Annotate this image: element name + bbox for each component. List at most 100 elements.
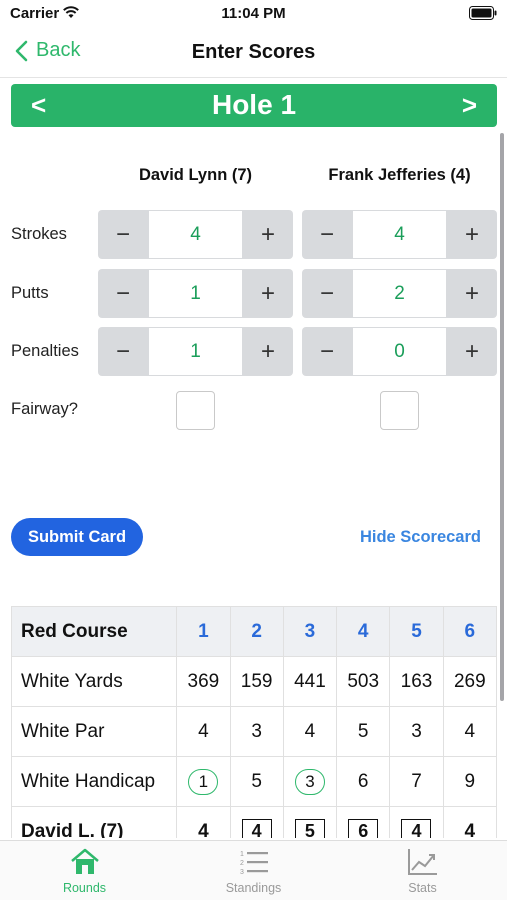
score-cell: 4 <box>389 806 444 838</box>
decrement-button[interactable]: − <box>98 269 148 318</box>
putts-label: Putts <box>11 284 49 302</box>
increment-button[interactable]: + <box>447 269 497 318</box>
handicap-cell: 7 <box>389 756 444 807</box>
svg-text:1: 1 <box>240 851 244 858</box>
tab-standings[interactable]: 1 2 3 Standings <box>169 841 338 900</box>
decrement-button[interactable]: − <box>302 269 352 318</box>
yards-cell: 163 <box>389 656 444 707</box>
putts-stepper: − 1 + <box>98 269 293 318</box>
chart-icon <box>407 849 437 875</box>
bogey-marker: 4 <box>401 818 432 838</box>
fairway-label: Fairway? <box>11 400 78 418</box>
penalties-value[interactable]: 1 <box>148 327 243 376</box>
tab-label: Rounds <box>62 881 107 895</box>
par-cell: 3 <box>229 706 284 757</box>
tab-label: Stats <box>408 881 437 895</box>
player-score-row: David L. (7) 4 4 5 6 4 4 <box>11 806 497 838</box>
decrement-button[interactable]: − <box>98 327 148 376</box>
stroke-hole-marker: 1 <box>188 768 219 795</box>
tab-rounds[interactable]: Rounds <box>0 841 169 900</box>
par-cell: 3 <box>389 706 444 757</box>
putts-value[interactable]: 2 <box>352 269 447 318</box>
bogey-marker: 5 <box>294 818 325 838</box>
increment-button[interactable]: + <box>243 327 293 376</box>
status-bar: Carrier 11:04 PM <box>0 0 507 30</box>
fairway-checkbox[interactable] <box>176 391 215 430</box>
row-label: White Handicap <box>11 756 178 807</box>
hole-title: Hole 1 <box>211 89 297 120</box>
hole-number: 1 <box>176 606 231 657</box>
submit-card-button[interactable]: Submit Card <box>11 518 143 556</box>
fairway-checkbox[interactable] <box>380 391 419 430</box>
page-title: Enter Scores <box>191 41 316 63</box>
par-cell: 4 <box>282 706 338 757</box>
yards-cell: 369 <box>176 656 231 707</box>
scorecard-header-row: Red Course 1 2 3 4 5 6 <box>11 606 497 657</box>
penalties-label: Penalties <box>11 342 79 360</box>
hole-number: 6 <box>442 606 497 657</box>
increment-button[interactable]: + <box>447 210 497 259</box>
hole-number: 3 <box>282 606 338 657</box>
bogey-marker: 4 <box>241 818 272 838</box>
next-hole-button[interactable]: > <box>462 90 477 121</box>
row-label: White Par <box>11 706 178 757</box>
decrement-button[interactable]: − <box>98 210 148 259</box>
hole-number: 4 <box>336 606 391 657</box>
table-row: White Yards 369 159 441 503 163 269 <box>11 656 497 707</box>
yards-cell: 269 <box>442 656 497 707</box>
strokes-stepper: − 4 + <box>98 210 293 259</box>
increment-button[interactable]: + <box>243 269 293 318</box>
yards-cell: 503 <box>336 656 391 707</box>
table-row: White Par 4 3 4 5 3 4 <box>11 706 497 757</box>
score-cell: 4 <box>229 806 284 838</box>
row-label: White Yards <box>11 656 178 707</box>
par-cell: 4 <box>176 706 231 757</box>
battery-icon <box>469 6 497 20</box>
handicap-cell: 9 <box>442 756 497 807</box>
penalties-value[interactable]: 0 <box>352 327 447 376</box>
strokes-value[interactable]: 4 <box>148 210 243 259</box>
course-name: Red Course <box>11 606 178 657</box>
hide-scorecard-link[interactable]: Hide Scorecard <box>360 528 481 547</box>
strokes-value[interactable]: 4 <box>352 210 447 259</box>
svg-text:3: 3 <box>240 869 244 876</box>
navigation-bar: Back Enter Scores <box>0 30 507 78</box>
increment-button[interactable]: + <box>243 210 293 259</box>
yards-cell: 441 <box>282 656 338 707</box>
putts-value[interactable]: 1 <box>148 269 243 318</box>
yards-cell: 159 <box>229 656 284 707</box>
putts-stepper: − 2 + <box>302 269 497 318</box>
player-name-header: David Lynn (7) <box>138 166 253 184</box>
decrement-button[interactable]: − <box>302 327 352 376</box>
status-time: 11:04 PM <box>221 5 286 22</box>
hole-number: 5 <box>389 606 444 657</box>
strokes-label: Strokes <box>11 225 67 243</box>
handicap-cell: 5 <box>229 756 284 807</box>
decrement-button[interactable]: − <box>302 210 352 259</box>
score-cell: 5 <box>282 806 338 838</box>
scroll-indicator[interactable] <box>500 133 504 701</box>
par-cell: 4 <box>442 706 497 757</box>
player-name-header: Frank Jefferies (4) <box>328 166 471 184</box>
score-cell: 4 <box>176 806 231 838</box>
handicap-cell: 6 <box>336 756 391 807</box>
list-icon: 1 2 3 <box>240 851 268 876</box>
penalties-stepper: − 0 + <box>302 327 497 376</box>
svg-text:2: 2 <box>240 860 244 867</box>
handicap-cell: 1 <box>176 756 231 807</box>
tab-label: Standings <box>225 881 282 895</box>
par-cell: 5 <box>336 706 391 757</box>
handicap-cell: 3 <box>282 756 338 807</box>
score-cell: 6 <box>336 806 391 838</box>
bogey-marker: 6 <box>348 818 379 838</box>
tab-bar: Rounds 1 2 3 Standings Stats <box>0 840 507 900</box>
strokes-stepper: − 4 + <box>302 210 497 259</box>
hole-selector: < Hole 1 > <box>11 84 497 127</box>
tab-stats[interactable]: Stats <box>338 841 507 900</box>
row-label: David L. (7) <box>11 806 178 838</box>
scorecard-table[interactable]: Red Course 1 2 3 4 5 6 White Yards 369 1… <box>11 606 497 838</box>
increment-button[interactable]: + <box>447 327 497 376</box>
score-cell: 4 <box>442 806 497 838</box>
stroke-hole-marker: 3 <box>294 768 325 795</box>
penalties-stepper: − 1 + <box>98 327 293 376</box>
